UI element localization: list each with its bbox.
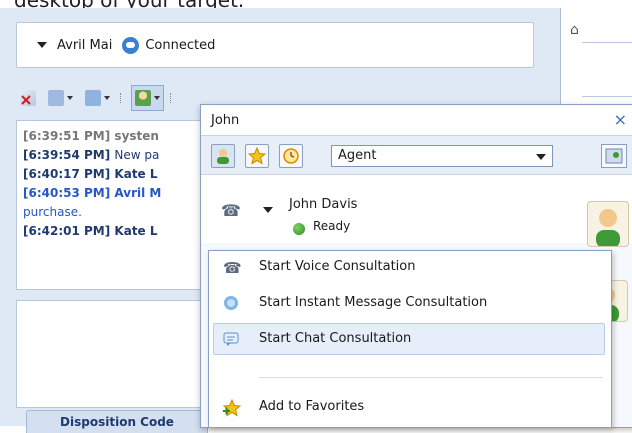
contact-status: Ready xyxy=(313,219,351,233)
chevron-down-icon[interactable] xyxy=(37,42,47,48)
contact-bar[interactable]: Avril Mai Connected xyxy=(16,22,534,68)
transfer-button[interactable] xyxy=(44,85,77,111)
consultation-menu: ☎ Start Voice Consultation Start Instant… xyxy=(208,250,612,428)
type-select-value: Agent xyxy=(338,148,377,163)
phone-icon: ☎ xyxy=(223,259,242,277)
toolbar-separator xyxy=(170,93,175,103)
popup-header: John × xyxy=(201,105,632,136)
favorites-filter-button[interactable] xyxy=(245,144,269,168)
transcript-line: [6:42:01 PM] Kate L xyxy=(23,224,158,238)
message-input[interactable] xyxy=(16,300,218,408)
clock-icon xyxy=(283,148,299,164)
chat-bubble-icon xyxy=(122,36,140,54)
pin-icon[interactable]: ⌂ xyxy=(570,22,579,38)
agent-icon xyxy=(217,149,229,164)
menu-item-im-consultation[interactable]: Start Instant Message Consultation xyxy=(209,287,611,319)
end-chat-button[interactable] xyxy=(16,85,40,111)
star-icon xyxy=(248,147,266,165)
conference-icon xyxy=(85,90,101,106)
avatar xyxy=(587,201,629,247)
chevron-down-icon[interactable] xyxy=(263,207,273,213)
im-bubble-icon xyxy=(223,295,239,311)
contact-name: Avril Mai xyxy=(57,37,113,53)
end-chat-icon xyxy=(20,90,36,106)
type-select[interactable]: Agent xyxy=(331,145,553,167)
chevron-down-icon xyxy=(536,154,546,160)
dropdown-arrow-icon xyxy=(154,96,160,100)
search-input[interactable]: John xyxy=(211,113,239,128)
transcript-line: purchase. xyxy=(23,205,82,219)
divider xyxy=(582,96,632,97)
connection-status: Connected xyxy=(145,37,216,53)
chat-icon xyxy=(223,331,239,347)
ready-status-icon xyxy=(293,223,305,235)
transcript-line: [6:39:51 PM] systen xyxy=(23,129,159,143)
conference-button[interactable] xyxy=(81,85,114,111)
chat-transcript[interactable]: [6:39:51 PM] systen [6:39:54 PM] New pa … xyxy=(16,120,216,290)
sort-button[interactable] xyxy=(601,144,627,168)
transcript-line: [6:40:53 PM] Avril M xyxy=(23,186,162,200)
consult-button[interactable] xyxy=(131,85,164,111)
close-icon[interactable]: × xyxy=(614,110,627,129)
transcript-line: [6:39:54 PM] New pa xyxy=(23,148,160,162)
phone-icon[interactable]: ☎ xyxy=(221,201,241,220)
dropdown-arrow-icon xyxy=(67,96,73,100)
toolbar-separator xyxy=(120,93,125,103)
all-types-button[interactable] xyxy=(211,144,235,168)
star-add-icon xyxy=(222,398,242,417)
menu-item-voice-consultation[interactable]: ☎ Start Voice Consultation xyxy=(209,251,611,283)
consult-agent-icon xyxy=(135,90,151,106)
menu-divider xyxy=(259,377,603,378)
contact-name: John Davis xyxy=(289,197,358,212)
dropdown-arrow-icon xyxy=(104,96,110,100)
transfer-icon xyxy=(48,90,64,106)
contact-row-john-davis[interactable]: ☎ John Davis Ready xyxy=(201,175,632,247)
transcript-line: [6:40:17 PM] Kate L xyxy=(23,167,158,181)
menu-item-add-to-favorites[interactable]: Add to Favorites xyxy=(209,391,611,423)
group-icon xyxy=(605,148,623,164)
tab-disposition-code[interactable]: Disposition Code xyxy=(26,410,208,433)
divider xyxy=(582,42,632,43)
menu-item-chat-consultation[interactable]: Start Chat Consultation xyxy=(209,323,611,355)
recent-filter-button[interactable] xyxy=(279,144,303,168)
filter-toolbar: Agent xyxy=(201,136,632,175)
